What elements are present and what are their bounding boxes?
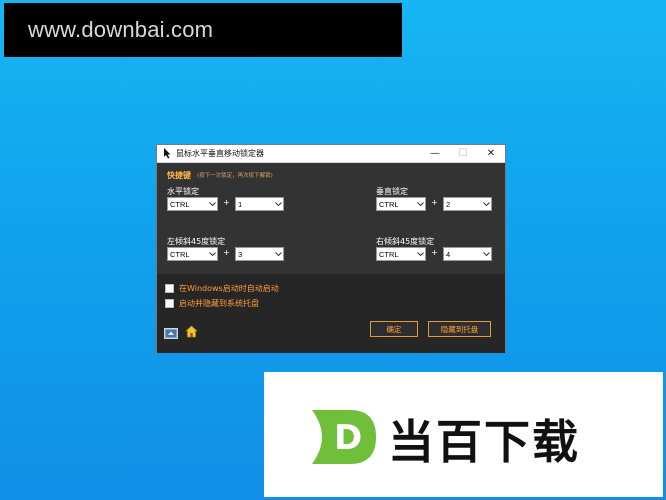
left-tilt-modifier-select[interactable]: CTRL [167, 247, 218, 261]
horizontal-key-select[interactable]: 1 [235, 197, 284, 211]
vertical-modifier-value: CTRL [379, 199, 399, 209]
vertical-lock-label: 垂直锁定 [376, 187, 408, 196]
options-footer: 在Windows启动时自动启动 启动并隐藏到系统托盘 确定 隐藏到托盘 [157, 274, 505, 353]
right-tilt-lock-label: 右倾斜45度锁定 [376, 237, 435, 246]
chevron-down-icon [481, 202, 491, 206]
window-title: 鼠标水平垂直移动锁定器 [176, 149, 264, 158]
logo-letter: D [334, 418, 362, 458]
right-tilt-modifier-value: CTRL [379, 249, 399, 259]
right-tilt-key-value: 4 [446, 249, 451, 259]
vertical-key-select[interactable]: 2 [443, 197, 492, 211]
right-tilt-key-select[interactable]: 4 [443, 247, 492, 261]
chevron-down-icon [207, 252, 217, 256]
chevron-down-icon [415, 202, 425, 206]
hide-to-tray-checkbox[interactable] [165, 299, 174, 308]
ok-button[interactable]: 确定 [370, 321, 418, 337]
left-tilt-key-select[interactable]: 3 [235, 247, 284, 261]
watermark-top: www.downbai.com [4, 3, 402, 57]
plus-sign: + [431, 248, 438, 257]
horizontal-lock-label: 水平锁定 [167, 187, 199, 196]
hotkey-section-title: 快捷键 [167, 171, 191, 180]
hotkey-note: (按下一次锁定，再次按下解锁) [197, 173, 273, 179]
vertical-modifier-select[interactable]: CTRL [376, 197, 426, 211]
plus-sign: + [223, 248, 230, 257]
app-window: 鼠标水平垂直移动锁定器 — ☐ ✕ 快捷键 (按下一次锁定，再次按下解锁) 水平… [156, 144, 506, 353]
horizontal-modifier-select[interactable]: CTRL [167, 197, 218, 211]
hide-to-tray-label[interactable]: 启动并隐藏到系统托盘 [179, 298, 259, 309]
title-bar[interactable]: 鼠标水平垂直移动锁定器 — ☐ ✕ [157, 145, 505, 163]
autostart-label[interactable]: 在Windows启动时自动启动 [179, 283, 279, 294]
watermark-bottom-text: 当百下载 [388, 415, 580, 469]
hide-to-tray-option[interactable]: 启动并隐藏到系统托盘 [165, 298, 259, 309]
right-tilt-modifier-select[interactable]: CTRL [376, 247, 426, 261]
autostart-option[interactable]: 在Windows启动时自动启动 [165, 283, 279, 294]
plus-sign: + [431, 198, 438, 207]
plus-sign: + [223, 198, 230, 207]
hide-to-tray-button[interactable]: 隐藏到托盘 [428, 321, 491, 337]
left-tilt-key-value: 3 [238, 249, 243, 259]
minimize-button[interactable]: — [421, 145, 449, 162]
flag-icon[interactable] [164, 324, 178, 339]
cursor-icon [161, 148, 173, 160]
close-button[interactable]: ✕ [477, 145, 505, 162]
watermark-top-text: www.downbai.com [28, 17, 214, 42]
chevron-down-icon [207, 202, 217, 206]
chevron-down-icon [273, 202, 283, 206]
horizontal-key-value: 1 [238, 199, 243, 209]
watermark-bottom: D 当百下载 [264, 372, 663, 497]
left-tilt-modifier-value: CTRL [170, 249, 190, 259]
autostart-checkbox[interactable] [165, 284, 174, 293]
chevron-down-icon [273, 252, 283, 256]
vertical-key-value: 2 [446, 199, 451, 209]
downbai-logo-icon: D [310, 408, 380, 466]
left-tilt-lock-label: 左倾斜45度锁定 [167, 237, 226, 246]
maximize-button[interactable]: ☐ [449, 145, 477, 162]
chevron-down-icon [415, 252, 425, 256]
chevron-down-icon [481, 252, 491, 256]
home-icon[interactable] [185, 323, 198, 338]
horizontal-modifier-value: CTRL [170, 199, 190, 209]
